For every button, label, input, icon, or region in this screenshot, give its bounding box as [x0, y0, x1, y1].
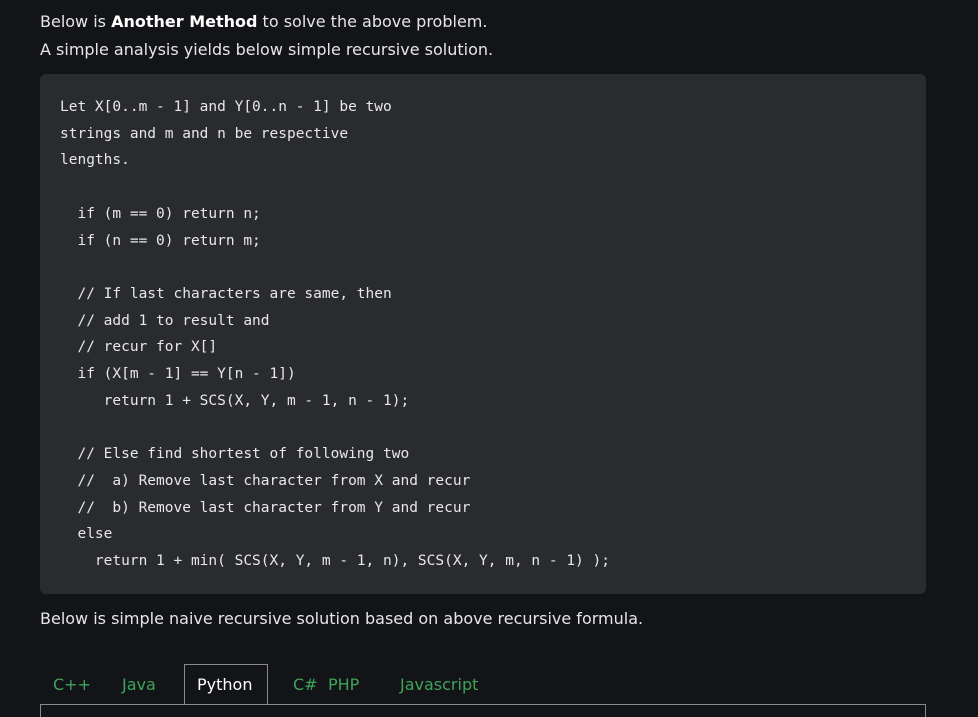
- code-panel: [40, 704, 926, 717]
- tab-csharp[interactable]: C#: [268, 664, 328, 704]
- code-block: Let X[0..m - 1] and Y[0..n - 1] be two s…: [40, 74, 926, 594]
- code-text: Let X[0..m - 1] and Y[0..n - 1] be two s…: [60, 99, 610, 569]
- tab-java[interactable]: Java: [109, 664, 184, 704]
- intro-line-1-suffix: to solve the above problem.: [257, 12, 488, 31]
- tab-javascript[interactable]: Javascript: [400, 664, 478, 704]
- language-tabs: C++ Java Python C# PHP Javascript: [40, 664, 478, 704]
- tab-cpp[interactable]: C++: [40, 664, 109, 704]
- tab-php[interactable]: PHP: [328, 664, 400, 704]
- intro-line-1: Below is Another Method to solve the abo…: [40, 12, 487, 32]
- intro-line-1-prefix: Below is: [40, 12, 112, 31]
- solution-intro-text: Below is simple naive recursive solution…: [40, 609, 644, 628]
- tab-python[interactable]: Python: [184, 664, 268, 704]
- intro-line-1-bold: Another Method: [111, 12, 258, 31]
- intro-line-2: A simple analysis yields below simple re…: [40, 40, 494, 59]
